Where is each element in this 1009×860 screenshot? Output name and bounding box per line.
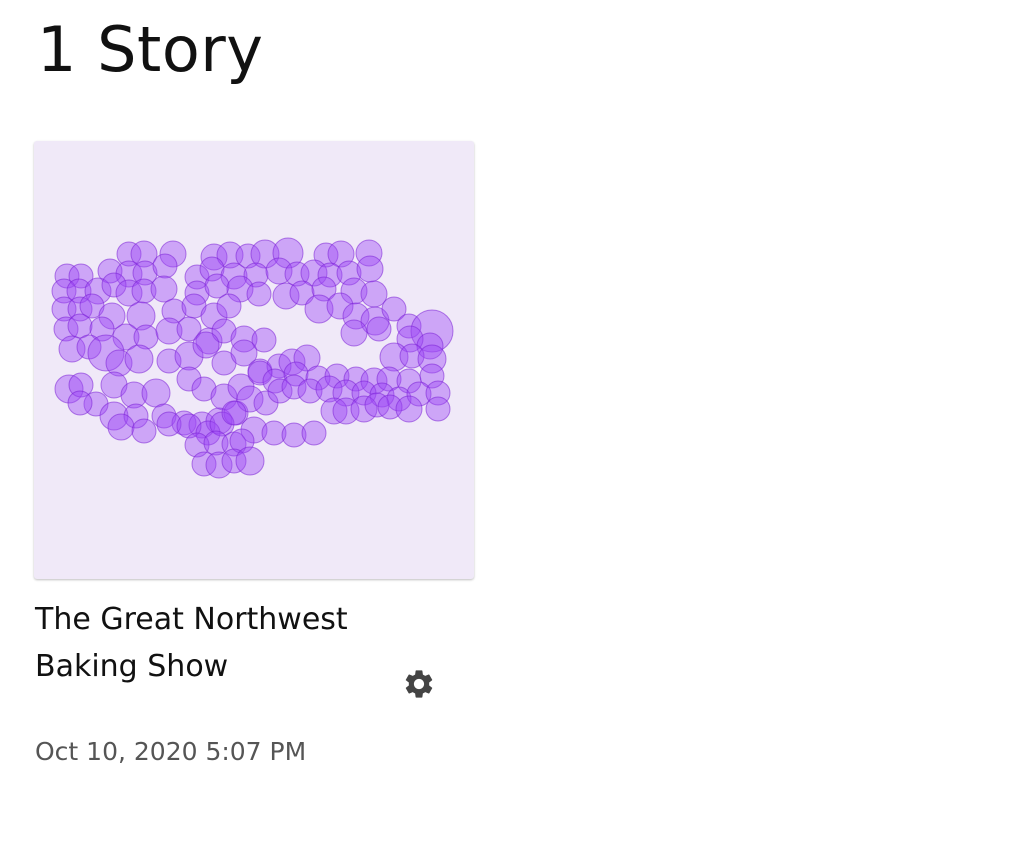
page-title: 1 Story <box>37 13 264 86</box>
thumbnail-bubble-art <box>51 237 454 479</box>
story-thumbnail[interactable] <box>34 141 474 579</box>
story-card: The Great Northwest Baking Show Oct 10, … <box>34 141 474 766</box>
thumbnail-bubble <box>340 319 368 347</box>
thumbnail-bubble <box>67 313 93 339</box>
thumbnail-bubble <box>301 420 327 446</box>
story-title[interactable]: The Great Northwest Baking Show <box>35 596 355 690</box>
thumbnail-bubble <box>366 316 392 342</box>
thumbnail-bubble <box>425 396 451 422</box>
thumbnail-bubble <box>131 418 157 444</box>
thumbnail-bubble <box>67 390 93 416</box>
thumbnail-bubble <box>395 395 423 423</box>
thumbnail-bubble <box>221 400 247 426</box>
story-settings-button[interactable] <box>400 665 438 703</box>
story-date: Oct 10, 2020 5:07 PM <box>35 737 307 766</box>
thumbnail-bubble <box>107 413 135 441</box>
thumbnail-bubble <box>235 446 265 476</box>
thumbnail-bubble <box>152 253 178 279</box>
thumbnail-bubble <box>150 275 178 303</box>
thumbnail-bubble <box>216 293 242 319</box>
thumbnail-bubble <box>141 378 171 408</box>
thumbnail-bubble <box>356 255 384 283</box>
gear-icon <box>405 670 433 698</box>
thumbnail-bubble <box>192 331 220 359</box>
thumbnail-bubble <box>246 281 272 307</box>
thumbnail-bubble <box>124 344 154 374</box>
